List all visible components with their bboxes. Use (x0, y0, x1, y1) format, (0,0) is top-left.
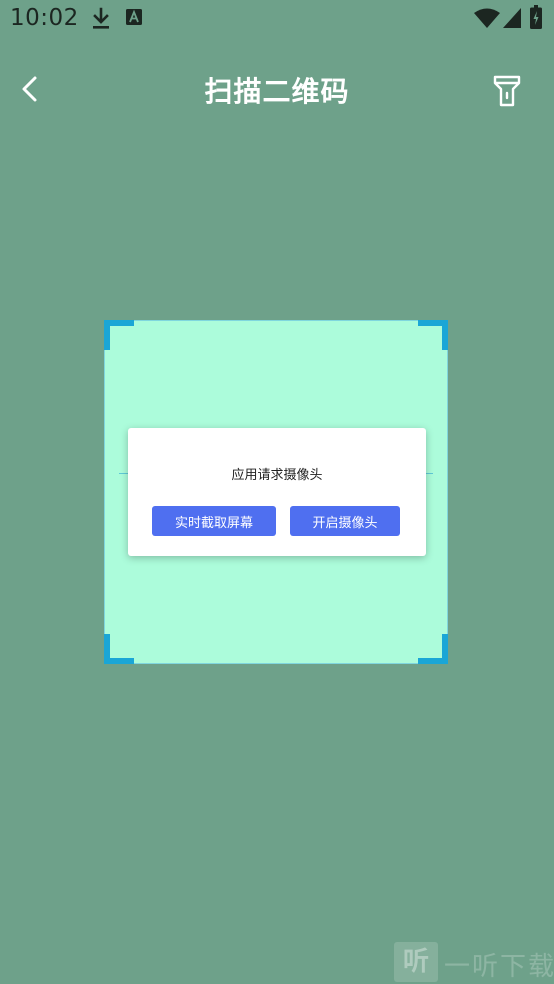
battery-charging-icon (530, 5, 542, 29)
watermark: 听 一听下载 (394, 940, 554, 984)
signal-icon (503, 8, 521, 28)
scan-corner-bottom-left (104, 634, 134, 664)
status-bar: 10:02 (0, 0, 554, 40)
dialog-message: 应用请求摄像头 (231, 468, 323, 483)
status-time: 10:02 (10, 5, 79, 31)
download-icon (93, 7, 109, 29)
camera-permission-dialog: 应用请求摄像头 实时截取屏幕 开启摄像头 (128, 428, 426, 556)
scan-corner-bottom-right (418, 634, 448, 664)
scan-corner-top-right (418, 320, 448, 350)
scan-corner-top-left (104, 320, 134, 350)
a-badge-icon (126, 9, 142, 25)
page-title: 扫描二维码 (204, 75, 350, 108)
watermark-badge: 听 (394, 942, 438, 982)
open-camera-button[interactable]: 开启摄像头 (290, 506, 400, 536)
watermark-text: 一听下载 (444, 952, 554, 982)
flashlight-icon[interactable] (492, 74, 522, 108)
screen-capture-button[interactable]: 实时截取屏幕 (152, 506, 276, 536)
wifi-icon (474, 8, 500, 28)
